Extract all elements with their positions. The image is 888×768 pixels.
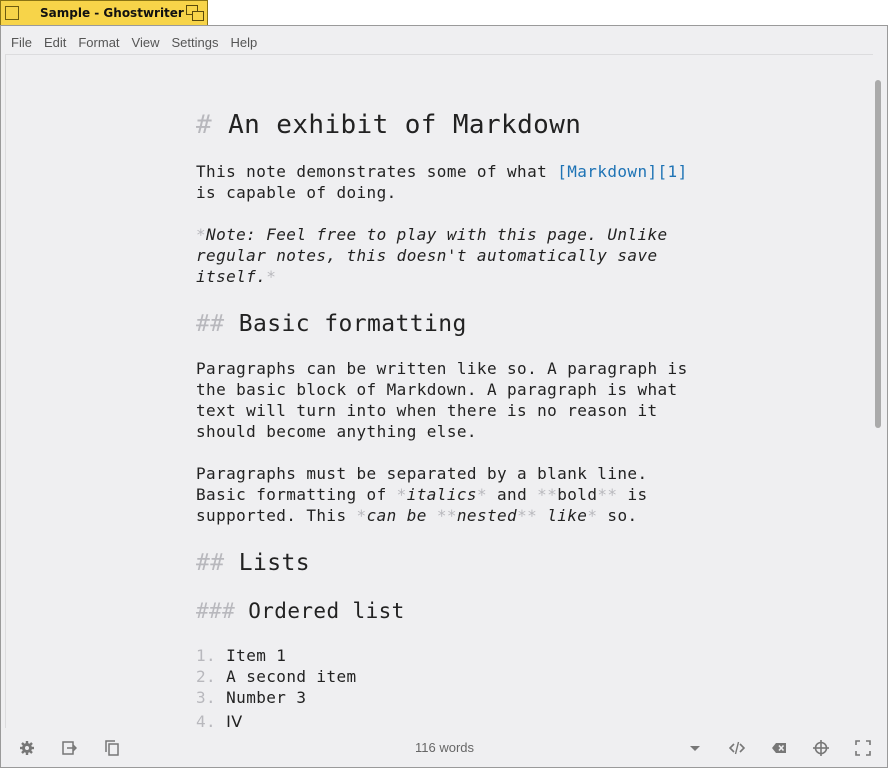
menu-edit[interactable]: Edit: [38, 35, 72, 50]
list-item: 2. A second item: [196, 667, 357, 686]
note-line: itself.*: [196, 267, 277, 286]
markdown-link[interactable]: [Markdown][1]: [557, 162, 687, 181]
paragraph-line: should become anything else.: [196, 422, 477, 441]
paragraph-line: is capable of doing.: [196, 183, 397, 202]
menu-file[interactable]: File: [5, 35, 38, 50]
list-item: 1. Item 1: [196, 646, 287, 665]
menu-bar: File Edit Format View Settings Help: [5, 30, 883, 54]
crosshair-icon[interactable]: [813, 740, 829, 756]
paragraph-line: Paragraphs can be written like so. A par…: [196, 359, 688, 378]
menu-view[interactable]: View: [126, 35, 166, 50]
menu-format[interactable]: Format: [72, 35, 125, 50]
app-window: File Edit Format View Settings Help # An…: [0, 25, 888, 768]
note-line: *Note: Feel free to play with this page.…: [196, 225, 668, 244]
maximize-icon[interactable]: [186, 5, 204, 21]
window-title: Sample - Ghostwriter: [40, 6, 184, 20]
backspace-icon[interactable]: [771, 740, 787, 756]
paragraph-line: the basic block of Markdown. A paragraph…: [196, 380, 678, 399]
heading-1: # An exhibit of Markdown: [196, 110, 582, 140]
note-line: regular notes, this doesn't automaticall…: [196, 246, 658, 265]
export-icon[interactable]: [61, 740, 77, 756]
heading-2-lists: ## Lists: [196, 550, 310, 576]
dropdown-icon[interactable]: [687, 740, 703, 756]
status-bar: 116 words: [5, 732, 883, 764]
fullscreen-icon[interactable]: [855, 740, 871, 756]
paragraph-line: Paragraphs must be separated by a blank …: [196, 464, 648, 483]
gear-icon[interactable]: [19, 740, 35, 756]
copy-icon[interactable]: [104, 740, 120, 756]
paragraph-line: text will turn into when there is no rea…: [196, 401, 658, 420]
heading-3-ordered-list: ### Ordered list: [196, 599, 405, 623]
scrollbar-thumb[interactable]: [875, 80, 881, 428]
paragraph-line: supported. This *can be **nested** like*…: [196, 506, 638, 525]
code-icon[interactable]: [729, 740, 745, 756]
list-item: 3. Number 3: [196, 688, 307, 707]
menu-settings[interactable]: Settings: [165, 35, 224, 50]
word-count[interactable]: 116 words: [415, 740, 474, 755]
window-title-tab[interactable]: Sample - Ghostwriter: [0, 0, 208, 25]
paragraph-line: This note demonstrates some of what [Mar…: [196, 162, 688, 181]
menu-help[interactable]: Help: [224, 35, 263, 50]
paragraph-line: Basic formatting of *italics* and **bold…: [196, 485, 648, 504]
vertical-scrollbar[interactable]: [872, 54, 883, 727]
window-menu-icon[interactable]: [5, 6, 19, 20]
list-item: 4. IV: [196, 712, 243, 728]
heading-2-basic-formatting: ## Basic formatting: [196, 311, 467, 337]
markdown-editor[interactable]: # An exhibit of Markdown This note demon…: [5, 54, 873, 728]
